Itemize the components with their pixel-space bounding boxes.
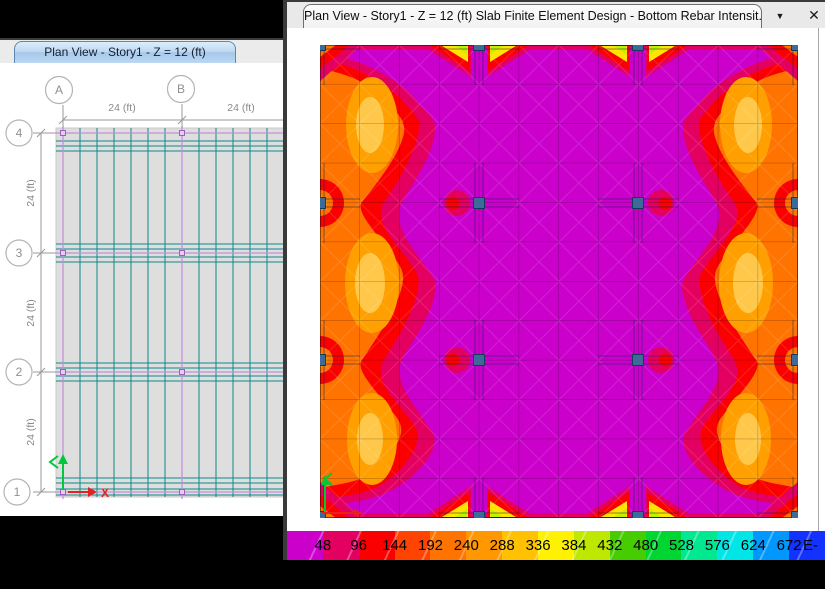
grid-bubble-label: 3	[16, 246, 23, 260]
close-icon[interactable]: ✕	[804, 6, 824, 24]
right-tab-bar: Plan View - Story1 - Z = 12 (ft) Slab Fi…	[287, 2, 825, 28]
legend-value: 384	[561, 531, 586, 560]
legend-value: 672	[777, 531, 802, 560]
legend-value: 48	[315, 531, 332, 560]
x-axis-label: X	[101, 486, 109, 500]
legend-value: 96	[350, 531, 367, 560]
legend-value: 240	[454, 531, 479, 560]
grid-bubble-label: 1	[14, 485, 21, 499]
window-divider	[283, 0, 287, 560]
dim-label: 24 (ft)	[227, 102, 254, 114]
legend-value: 528	[669, 531, 694, 560]
dim-label: 24 (ft)	[25, 418, 37, 445]
contour-legend: 48 96 144 192 240 288 336 384 432 480 52…	[287, 531, 825, 560]
contour-plot	[320, 45, 798, 518]
window-edge	[818, 28, 819, 560]
legend-value: 192	[418, 531, 443, 560]
legend-value: 144	[382, 531, 407, 560]
tab-dropdown-icon[interactable]: ▼	[771, 6, 789, 24]
grid-bubble-label: 4	[16, 126, 23, 140]
legend-value: 624	[741, 531, 766, 560]
tab-plan-view[interactable]: Plan View - Story1 - Z = 12 (ft)	[14, 41, 236, 63]
legend-value: 288	[490, 531, 515, 560]
legend-exponent: E-3	[803, 531, 825, 560]
rebar-intensity-window: Plan View - Story1 - Z = 12 (ft) Slab Fi…	[287, 0, 825, 560]
tab-rebar-intensity[interactable]: Plan View - Story1 - Z = 12 (ft) Slab Fi…	[303, 4, 762, 28]
slab-area	[56, 128, 287, 497]
legend-value: 480	[633, 531, 658, 560]
legend-value: 576	[705, 531, 730, 560]
grid-bubble-label: A	[55, 83, 63, 97]
contour-view[interactable]: 48 96 144 192 240 288 336 384 432 480 52…	[287, 28, 825, 560]
plan-drawing: 24 (ft) 24 (ft) 24 (ft) 24 (ft) 24 (ft) …	[0, 63, 287, 516]
dim-label: 24 (ft)	[25, 179, 37, 206]
grid-bubble-label: B	[177, 82, 185, 96]
plan-view-window: Plan View - Story1 - Z = 12 (ft)	[0, 38, 287, 516]
fe-mesh	[320, 45, 798, 518]
plan-view-canvas[interactable]: 24 (ft) 24 (ft) 24 (ft) 24 (ft) 24 (ft) …	[0, 63, 287, 516]
grid-bubble-label: 2	[16, 365, 23, 379]
dim-label: 24 (ft)	[108, 102, 135, 114]
legend-value: 336	[526, 531, 551, 560]
legend-value: 432	[597, 531, 622, 560]
dim-label: 24 (ft)	[25, 299, 37, 326]
left-tab-bar: Plan View - Story1 - Z = 12 (ft)	[0, 40, 287, 64]
